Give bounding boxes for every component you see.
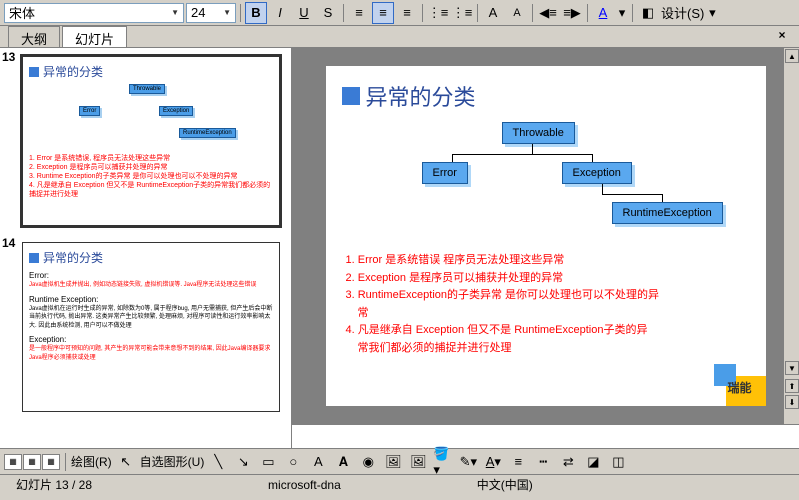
arrow-tool[interactable]: ↘ — [232, 451, 254, 473]
design-icon[interactable]: ◧ — [637, 2, 659, 24]
italic-button[interactable]: I — [269, 2, 291, 24]
scroll-up-button[interactable]: ▲ — [785, 49, 799, 63]
align-center-button[interactable]: ≡ — [372, 2, 394, 24]
decrease-font-button[interactable]: A — [506, 2, 528, 24]
slide-bullets: 1. Error 是系统错误 程序员无法处理这些异常 2. Exception … — [342, 252, 750, 356]
autoshape-menu[interactable]: 自选图形(U) — [140, 453, 205, 470]
separator — [532, 4, 533, 22]
slide-title: 异常的分类 — [342, 80, 750, 112]
thumbnail-13-wrap: 13 异常的分类 Throwable Error Exception Runti… — [0, 48, 291, 234]
line-style-button[interactable]: ≡ — [507, 451, 529, 473]
bullet-list-button[interactable]: ⋮≡ — [451, 2, 473, 24]
thumbnail-14[interactable]: 异常的分类 Error: Java虚拟机生成并抛出, 例如动态链接失败, 虚拟机… — [22, 242, 280, 412]
bold-button[interactable]: B — [245, 2, 267, 24]
status-slide-number: 幻灯片 13 / 28 — [8, 476, 100, 493]
panel-tabs: 大纲 幻灯片 × — [0, 26, 799, 48]
align-right-button[interactable]: ≡ — [396, 2, 418, 24]
picture-tool[interactable]: 🖼 — [407, 451, 429, 473]
thumbnail-13[interactable]: 异常的分类 Throwable Error Exception RuntimeE… — [22, 56, 280, 226]
shadow-style-button[interactable]: ◪ — [582, 451, 604, 473]
font-color-button[interactable]: A — [592, 2, 614, 24]
oval-tool[interactable]: ○ — [282, 451, 304, 473]
tab-slides[interactable]: 幻灯片 — [62, 26, 127, 47]
thumb-title: 异常的分类 — [29, 63, 273, 80]
format-toolbar: 宋体 ▼ 24 ▼ B I U S ≡ ≡ ≡ ⋮≡ ⋮≡ A A ◀≡ ≡▶ … — [0, 0, 799, 26]
vertical-scrollbar[interactable]: ▲ ▼ ⬆ ⬇ — [783, 48, 799, 424]
notes-area[interactable] — [292, 424, 799, 448]
sorter-view-button[interactable]: ▦ — [23, 454, 41, 470]
clipart-tool[interactable]: 🖼 — [382, 451, 404, 473]
slide-logo: 瑞能 — [727, 379, 751, 396]
thumb-text: 1. Error 是系统错误, 程序员无法处理这些异常 2. Exception… — [29, 154, 273, 199]
main-area: 13 异常的分类 Throwable Error Exception Runti… — [0, 48, 799, 448]
slideshow-button[interactable]: ▦ — [42, 454, 60, 470]
wordart-tool[interactable]: 𝐀 — [332, 451, 354, 473]
font-select[interactable]: 宋体 ▼ — [4, 3, 184, 23]
box-runtime: RuntimeException — [612, 202, 723, 224]
separator — [477, 4, 478, 22]
view-buttons: ▦ ▦ ▦ — [4, 454, 60, 470]
align-left-button[interactable]: ≡ — [348, 2, 370, 24]
thumb-title: 异常的分类 — [29, 249, 273, 266]
decrease-indent-button[interactable]: ◀≡ — [537, 2, 559, 24]
dash-style-button[interactable]: ┅ — [532, 451, 554, 473]
chevron-down-icon: ▼ — [171, 8, 179, 17]
current-slide[interactable]: 异常的分类 Throwable Error Exception RuntimeE… — [326, 66, 766, 406]
rectangle-tool[interactable]: ▭ — [257, 451, 279, 473]
arrow-style-button[interactable]: ⇄ — [557, 451, 579, 473]
next-slide-button[interactable]: ⬇ — [785, 395, 799, 409]
font-size-select[interactable]: 24 ▼ — [186, 3, 236, 23]
font-size: 24 — [191, 5, 205, 20]
status-template: microsoft-dna — [260, 478, 349, 492]
select-tool[interactable]: ↖ — [115, 451, 137, 473]
status-bar: 幻灯片 13 / 28 microsoft-dna 中文(中国) — [0, 474, 799, 494]
drawing-toolbar: ▦ ▦ ▦ 绘图(R) ↖ 自选图形(U) ╲ ↘ ▭ ○ A 𝐀 ◉ 🖼 🖼 … — [0, 448, 799, 474]
font-color-dropdown[interactable]: ▾ — [616, 2, 628, 24]
toolbar-more[interactable]: ▾ — [706, 2, 718, 24]
line-tool[interactable]: ╲ — [207, 451, 229, 473]
thumb-diagram: Throwable Error Exception RuntimeExcepti… — [29, 84, 273, 154]
tab-outline[interactable]: 大纲 — [8, 26, 60, 47]
separator — [632, 4, 633, 22]
shadow-button[interactable]: S — [317, 2, 339, 24]
box-throwable: Throwable — [502, 122, 575, 144]
separator — [343, 4, 344, 22]
chevron-down-icon: ▼ — [223, 8, 231, 17]
slide-canvas-area[interactable]: 异常的分类 Throwable Error Exception RuntimeE… — [292, 48, 799, 424]
close-panel-button[interactable]: × — [773, 26, 791, 44]
separator — [240, 4, 241, 22]
slide-number-13: 13 — [2, 50, 15, 64]
increase-indent-button[interactable]: ≡▶ — [561, 2, 583, 24]
box-exception: Exception — [562, 162, 632, 184]
font-color-button-2[interactable]: A▾ — [482, 451, 504, 473]
separator — [65, 453, 66, 471]
textbox-tool[interactable]: A — [307, 451, 329, 473]
scroll-down-button[interactable]: ▼ — [785, 361, 799, 375]
numbered-list-button[interactable]: ⋮≡ — [427, 2, 449, 24]
thumbnail-14-wrap: 14 异常的分类 Error: Java虚拟机生成并抛出, 例如动态链接失败, … — [0, 234, 291, 420]
increase-font-button[interactable]: A — [482, 2, 504, 24]
separator — [422, 4, 423, 22]
line-color-button[interactable]: ✎▾ — [457, 451, 479, 473]
status-language: 中文(中国) — [469, 476, 541, 493]
exception-diagram: Throwable Error Exception RuntimeExcepti… — [362, 122, 730, 242]
slide-number-14: 14 — [2, 236, 15, 250]
design-label[interactable]: 设计(S) — [661, 3, 704, 22]
slide-editor: 异常的分类 Throwable Error Exception RuntimeE… — [292, 48, 799, 448]
font-name: 宋体 — [9, 3, 35, 22]
box-error: Error — [422, 162, 468, 184]
fill-color-button[interactable]: 🪣▾ — [432, 451, 454, 473]
prev-slide-button[interactable]: ⬆ — [785, 379, 799, 393]
thumbnail-panel[interactable]: 13 异常的分类 Throwable Error Exception Runti… — [0, 48, 292, 448]
separator — [587, 4, 588, 22]
underline-button[interactable]: U — [293, 2, 315, 24]
3d-style-button[interactable]: ◫ — [607, 451, 629, 473]
draw-menu[interactable]: 绘图(R) — [71, 453, 112, 470]
normal-view-button[interactable]: ▦ — [4, 454, 22, 470]
diagram-tool[interactable]: ◉ — [357, 451, 379, 473]
